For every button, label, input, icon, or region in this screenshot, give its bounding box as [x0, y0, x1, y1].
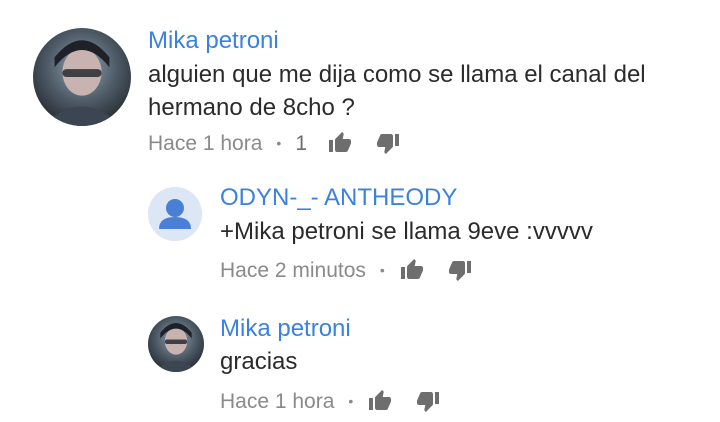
avatar[interactable]: [33, 28, 131, 126]
user-photo-avatar-icon: [148, 316, 204, 372]
comment-text-line: +Mika petroni se llama 9eve :vvvvv: [220, 218, 593, 245]
avatar[interactable]: [148, 187, 202, 241]
comment-text-line: alguien que me dija como se llama el can…: [148, 61, 646, 88]
comment-timestamp: Hace 1 hora: [148, 131, 263, 155]
comment-meta: Hace 1 hora • 1: [148, 131, 401, 155]
thumbs-up-icon[interactable]: [367, 389, 393, 413]
comment-author[interactable]: Mika petroni: [148, 29, 279, 53]
thumbs-up-icon[interactable]: [399, 258, 425, 282]
like-count: 1: [295, 131, 307, 155]
comment-author[interactable]: ODYN-_- ANTHEODY: [220, 186, 457, 210]
comment-timestamp: Hace 2 minutos: [220, 258, 366, 282]
separator-dot: •: [276, 135, 282, 151]
separator-dot: •: [379, 262, 385, 278]
avatar[interactable]: [148, 316, 204, 372]
comment-timestamp: Hace 1 hora: [220, 389, 335, 413]
comment-thread: Mika petroni alguien que me dija como se…: [0, 0, 720, 422]
thumbs-down-icon[interactable]: [415, 389, 441, 413]
thumbs-up-icon[interactable]: [327, 131, 353, 155]
default-person-avatar-icon: [148, 187, 202, 241]
separator-dot: •: [348, 393, 354, 409]
comment-text-line: gracias: [220, 348, 298, 375]
comment-author[interactable]: Mika petroni: [220, 317, 351, 341]
comment-text-line: hermano de 8cho ?: [148, 94, 355, 121]
comment-meta: Hace 1 hora •: [220, 389, 441, 413]
thumbs-down-icon[interactable]: [375, 131, 401, 155]
comment-meta: Hace 2 minutos •: [220, 258, 473, 282]
thumbs-down-icon[interactable]: [447, 258, 473, 282]
user-photo-avatar-icon: [33, 28, 131, 126]
